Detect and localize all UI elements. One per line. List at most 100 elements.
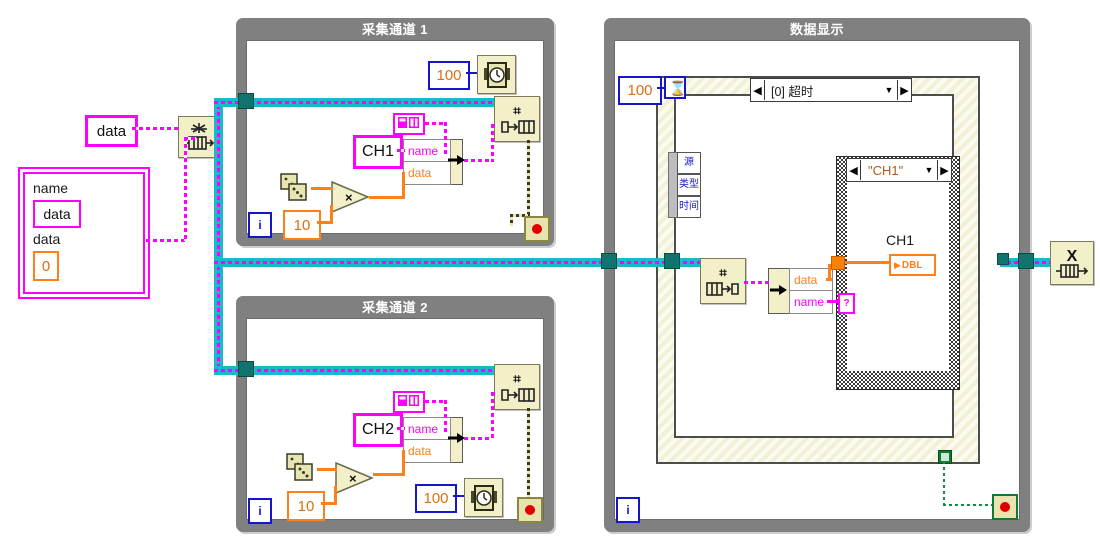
wire-loop1-dice-to-mult — [311, 187, 333, 190]
wire-cluster-to-obtain-h1 — [146, 239, 186, 242]
case-selector[interactable]: ◀ "CH1" ▼ ▶ — [846, 158, 952, 182]
wire-loop2-ten-to-mult-v — [334, 486, 337, 505]
loop1-title: 采集通道 1 — [362, 22, 428, 37]
loop1-random-number-node[interactable] — [277, 172, 311, 204]
loop2-error-wire-v — [527, 408, 530, 500]
loop2-multiply-node[interactable]: × — [334, 461, 374, 495]
loop1-error-wire-v2 — [510, 214, 513, 226]
loop2-enqueue-node[interactable]: ⌗ — [494, 364, 540, 410]
loop3-stop-wire-h — [943, 504, 993, 506]
loop1-stop-button[interactable] — [524, 216, 550, 242]
loop2-stop-button[interactable] — [517, 497, 543, 523]
case-next-arrow[interactable]: ▶ — [937, 160, 951, 180]
event-case-next-arrow[interactable]: ▶ — [897, 80, 911, 100]
loop3-indicator-terminal[interactable]: ▶ DBL — [889, 254, 936, 276]
tunnel-loop1-left[interactable] — [238, 93, 254, 109]
loop1-error-wire-v — [527, 140, 530, 216]
loop1-multiply-node[interactable]: × — [330, 180, 370, 214]
case-selector-terminal[interactable]: ? — [838, 293, 855, 314]
clock-icon — [483, 61, 510, 88]
event-timeout-terminal[interactable]: ⌛ — [664, 76, 686, 99]
event-case-selector[interactable]: ◀ [0] 超时 ▼ ▶ — [750, 78, 912, 102]
enqueue-element-icon: ⌗ — [501, 371, 535, 402]
cluster-data-value[interactable]: 0 — [33, 251, 59, 281]
loop1-wait-constant[interactable]: 100 — [428, 61, 470, 90]
wire-loop1-ten-to-mult-v — [330, 205, 333, 224]
release-queue-icon: X — [1056, 248, 1089, 278]
tunnel-loop3-right-outer[interactable] — [1018, 253, 1034, 269]
loop1-channel-name-constant[interactable]: CH1 — [353, 135, 403, 169]
wire-loop2-mult-to-bundle-v — [402, 450, 405, 476]
loop1-enqueue-node[interactable]: ⌗ — [494, 96, 540, 142]
queue-wire-trunk-vertical — [214, 98, 223, 374]
cluster-name-value[interactable]: data — [33, 200, 81, 228]
case-selector-label: "CH1" — [868, 162, 904, 178]
hourglass-icon: ⌛ — [669, 80, 687, 96]
loop1-wait-ms-node[interactable] — [477, 55, 516, 94]
cluster-field-label-data: data — [33, 231, 61, 247]
event-field-type: 类型 — [677, 174, 701, 196]
cluster-constant-icon — [398, 395, 419, 406]
tunnel-event-struct-left[interactable] — [664, 253, 680, 269]
loop1-cluster-constant-node[interactable] — [393, 113, 425, 135]
wire-loop3-data-h — [826, 278, 832, 281]
loop2-cluster-constant-node[interactable] — [393, 391, 425, 413]
wire-loop3-dequeue-to-unbundle — [744, 281, 770, 284]
loop2-multiplier-constant[interactable]: 10 — [287, 491, 325, 521]
wire-loop1-bundle-to-enqueue — [464, 159, 494, 162]
wire-loop1-ch1-to-bundle — [397, 149, 405, 152]
svg-text:⌗: ⌗ — [512, 371, 521, 386]
loop1-bundle-field-data: data — [403, 161, 451, 185]
clock-icon — [470, 484, 497, 511]
tunnel-loop3-left-outer[interactable] — [601, 253, 617, 269]
loop3-title: 数据显示 — [789, 22, 844, 37]
wire-queuename-to-obtain — [132, 127, 178, 130]
loop3-dequeue-node[interactable]: ⌗ — [700, 258, 746, 304]
event-structure-bottom-tunnel[interactable] — [938, 450, 952, 464]
wire-loop1-mult-to-bundle — [369, 196, 405, 199]
queue-wire-inside-loop1 — [243, 98, 497, 107]
wire-loop2-ch2-to-bundle — [397, 427, 405, 430]
wire-loop1-enqueue-in — [491, 124, 497, 127]
cluster-constant-icon — [398, 117, 419, 128]
cluster-field-label-name: name — [33, 180, 69, 196]
wire-loop2-bundle-to-enqueue-v — [491, 392, 494, 440]
tunnel-event-struct-right[interactable] — [997, 253, 1009, 265]
loop1-multiplier-constant[interactable]: 10 — [283, 210, 321, 240]
event-case-prev-arrow[interactable]: ◀ — [751, 80, 765, 100]
wire-cluster-to-obtain-v — [184, 137, 187, 241]
dice-icon — [280, 173, 307, 201]
wire-loop2-bundle-to-enqueue — [464, 437, 494, 440]
case-prev-arrow[interactable]: ◀ — [847, 160, 861, 180]
timeout-constant[interactable]: 100 — [618, 76, 662, 105]
loop2-channel-name-constant[interactable]: CH2 — [353, 413, 403, 447]
loop2-wait-constant[interactable]: 100 — [415, 484, 457, 513]
event-field-time: 时间 — [677, 196, 701, 218]
loop3-unbundle-arrow-icon — [770, 283, 788, 297]
event-data-node-fields: 源 类型 时间 — [677, 152, 701, 218]
tunnel-loop2-left[interactable] — [238, 361, 254, 377]
wire-loop3-data-to-indicator — [845, 261, 892, 264]
svg-text:⌗: ⌗ — [718, 265, 727, 280]
release-queue-node[interactable]: X — [1050, 241, 1094, 285]
case-dropdown-icon[interactable]: ▼ — [921, 165, 937, 175]
svg-text:X: X — [1067, 248, 1078, 265]
dbl-type-label: DBL — [901, 259, 923, 271]
loop2-random-number-node[interactable] — [283, 452, 317, 484]
wire-loop2-clusterconst-v — [444, 400, 447, 432]
case-data-tunnel[interactable] — [831, 256, 845, 270]
wire-loop1-bundle-to-enqueue-v — [491, 124, 494, 162]
wire-cluster-to-obtain-h2 — [184, 137, 196, 140]
loop3-stop-wire-v — [943, 461, 945, 505]
loop2-title: 采集通道 2 — [362, 300, 428, 315]
svg-text:⌗: ⌗ — [512, 103, 521, 118]
loop3-stop-button[interactable] — [992, 494, 1018, 520]
loop3-indicator-label: CH1 — [886, 232, 915, 248]
queue-name-constant[interactable]: data — [85, 115, 138, 147]
multiply-icon: × — [331, 180, 370, 214]
event-case-dropdown-icon[interactable]: ▼ — [881, 85, 897, 95]
multiply-icon: × — [335, 461, 374, 495]
loop2-wait-ms-node[interactable] — [464, 478, 503, 517]
queue-wire-middle-bus — [214, 258, 706, 267]
loop2-iteration-terminal: i — [248, 498, 272, 524]
